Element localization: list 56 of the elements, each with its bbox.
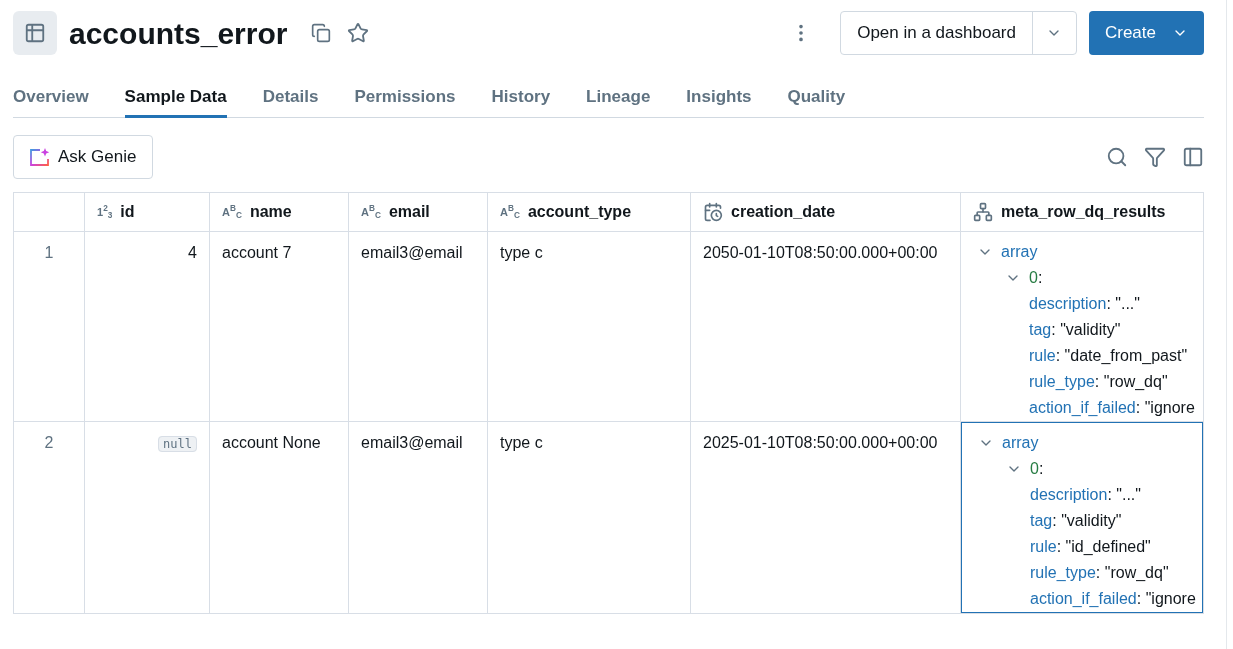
tree-field: action_if_failed: "ignore (1029, 396, 1195, 420)
column-header[interactable]: meta_row_dq_results (1001, 200, 1166, 224)
column-header[interactable]: email (388, 200, 430, 224)
column-header[interactable]: name (249, 200, 292, 224)
tab[interactable]: History (491, 78, 551, 118)
create-button[interactable]: Create (1088, 11, 1204, 55)
tree-field: description: "..." (1030, 483, 1141, 507)
filter-icon[interactable] (1144, 146, 1166, 168)
hierarchy-icon (973, 202, 993, 222)
sparkle-icon (30, 148, 50, 166)
tree-field: tag: "validity" (1030, 509, 1122, 533)
table-cell: email3@email (361, 434, 463, 451)
tree-node-label: array (1002, 433, 1039, 453)
calendar-clock-icon (703, 202, 723, 222)
table-cell: 2025-01-10T08:50:00.000+00:00 (703, 434, 938, 451)
tree-node-label: 0: (1029, 268, 1043, 288)
table-cell: account 7 (222, 244, 292, 261)
ask-genie-button[interactable]: Ask Genie (13, 135, 154, 179)
tree-field: tag: "validity" (1029, 318, 1121, 342)
table-cell: type c (500, 434, 543, 451)
tab[interactable]: Quality (787, 78, 846, 118)
struct-cell[interactable]: array 0: description: "..." tag: "validity" rule: "id_defined" rule_type: "row_dq" action_if_failed: "ignore (961, 422, 1203, 613)
tab[interactable]: Insights (686, 78, 752, 118)
row-number: 2 (44, 434, 54, 451)
table-grid-icon (24, 22, 46, 44)
tab[interactable]: Sample Data (124, 78, 227, 118)
tree-field: rule: "id_defined" (1030, 535, 1151, 559)
tab[interactable]: Overview (13, 78, 89, 118)
tree-field: description: "..." (1029, 292, 1140, 316)
row-number: 1 (44, 244, 54, 261)
copy-icon[interactable] (311, 23, 332, 43)
tab[interactable]: Details (262, 78, 319, 118)
column-header[interactable]: creation_date (731, 200, 836, 224)
table-cell: type c (500, 244, 543, 261)
tree-node-label: 0: (1030, 459, 1044, 479)
tree-field: rule_type: "row_dq" (1030, 561, 1169, 585)
table-cell: email3@email (361, 244, 463, 261)
create-label: Create (1104, 22, 1156, 45)
tree-field: action_if_failed: "ignore (1030, 587, 1196, 611)
page-title: accounts_error (69, 15, 288, 52)
search-icon[interactable] (1106, 146, 1128, 168)
null-badge: null (158, 436, 197, 452)
column-header[interactable]: account_type (527, 200, 632, 224)
table-cell: 2050-01-10T08:50:00.000+00:00 (703, 244, 938, 261)
tree-field: rule: "date_from_past" (1029, 344, 1188, 368)
side-panel-icon[interactable] (1182, 146, 1204, 168)
tab[interactable]: Lineage (586, 78, 651, 118)
column-header[interactable]: id (120, 200, 135, 224)
tree-node-label: array (1001, 242, 1038, 262)
ask-genie-label: Ask Genie (58, 146, 137, 169)
table-cell: 4 (188, 244, 197, 261)
struct-cell[interactable]: array 0: description: "..." tag: "validity" rule: "date_from_past" rule_type: "row_dq" action_if_failed: "ignore (961, 232, 1203, 421)
table-cell: account None (222, 434, 321, 451)
tree-field: rule_type: "row_dq" (1029, 370, 1168, 394)
star-icon[interactable] (347, 22, 370, 44)
tab[interactable]: Permissions (354, 78, 456, 118)
